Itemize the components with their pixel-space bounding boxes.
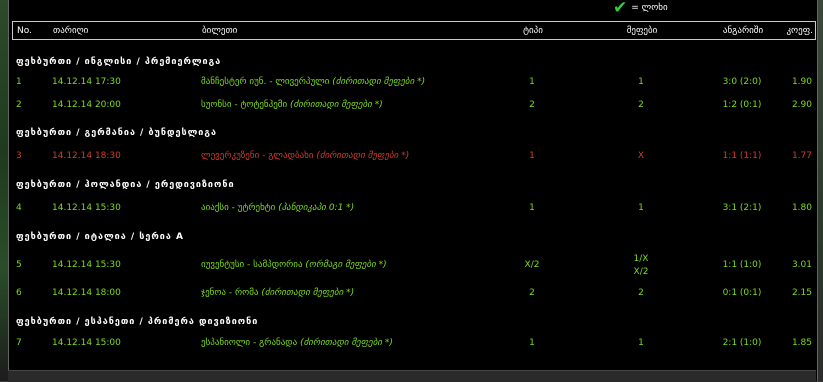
category-heading: ფეხბურთი / ინგლისი / პრემიერლიგა bbox=[16, 57, 222, 67]
row-number: 1 bbox=[16, 77, 22, 87]
row-odds: 1.80 bbox=[791, 203, 812, 213]
row-market-note: (ძირითადი მეფები *) bbox=[290, 100, 383, 110]
table-row[interactable]: 1 14.12.14 17:30 მანჩესტერ იუნ. - ლივერპულ… bbox=[12, 74, 816, 92]
row-match: მანჩესტერ იუნ. - ლივერპული (ძირითადი მეფ… bbox=[201, 77, 426, 87]
row-date: 14.12.14 17:30 bbox=[52, 77, 121, 87]
row-match: აიაქსი - უტრეხტი (ჰანდიკაპი 0:1 *) bbox=[201, 203, 355, 213]
row-type: 2 bbox=[529, 100, 535, 110]
row-bet: 1 bbox=[638, 77, 644, 87]
row-match: ესპანიოლი - გრანადა (ძირითადი მეფები *) bbox=[201, 338, 393, 348]
row-score: 0:1 (0:1) bbox=[722, 288, 762, 298]
legend: ✔ = ლოხი bbox=[613, 0, 668, 18]
row-odds: 1.85 bbox=[791, 338, 812, 348]
row-number: 7 bbox=[16, 338, 22, 348]
row-bet: X bbox=[637, 151, 645, 161]
category-heading: ფეხბურთი / გერმანია / ბუნდესლიგა bbox=[16, 128, 217, 138]
row-date: 14.12.14 15:30 bbox=[52, 260, 121, 270]
row-odds: 1.77 bbox=[791, 151, 812, 161]
table-row[interactable]: 4 14.12.14 15:30 აიაქსი - უტრეხტი (ჰანდიკა… bbox=[12, 200, 816, 218]
category-heading: ფეხბურთი / ჰოლანდია / ერედივიზიონი bbox=[16, 180, 235, 190]
row-date: 14.12.14 15:00 bbox=[52, 338, 121, 348]
row-number: 5 bbox=[16, 260, 22, 270]
header-type: ტიპი bbox=[523, 26, 543, 36]
row-bet: 2 bbox=[638, 100, 644, 110]
row-bet: 1 bbox=[638, 203, 644, 213]
row-market-note: (ძირითადი მეფები *) bbox=[332, 77, 426, 87]
row-score: 1:1 (1:1) bbox=[722, 151, 762, 161]
row-market-note: (ორმაგი მეფები *) bbox=[305, 260, 387, 270]
table-row[interactable]: 7 14.12.14 15:00 ესპანიოლი - გრანადა (ძირი… bbox=[12, 335, 816, 353]
row-type: 1 bbox=[529, 151, 535, 161]
horizontal-scrollbar[interactable] bbox=[8, 370, 816, 382]
table-header: No. თარიღი ბილეთი ტიპი მეფები ანგარიში კ… bbox=[12, 21, 816, 40]
row-score: 1:1 (1:0) bbox=[722, 260, 762, 270]
row-number: 2 bbox=[16, 100, 22, 110]
row-match: იუვენტუსი - სამპდორია (ორმაგი მეფები *) bbox=[201, 260, 387, 270]
row-type: 1 bbox=[529, 203, 535, 213]
row-type: X/2 bbox=[524, 260, 540, 270]
table-row[interactable]: 3 14.12.14 18:30 ლევერკუზენი - გლადბახი (ძ… bbox=[12, 148, 816, 166]
row-market-note: (ძირითადი მეფები *) bbox=[300, 338, 393, 348]
row-number: 4 bbox=[16, 203, 22, 213]
row-market-note: (ძირითადი მეფები *) bbox=[316, 151, 410, 161]
row-date: 14.12.14 18:00 bbox=[52, 288, 121, 298]
category-heading: ფეხბურთი / ესპანეთი / პრიმერა დივიზიონი bbox=[16, 317, 259, 327]
header-bet: მეფები bbox=[626, 26, 658, 36]
row-bet: 2 bbox=[638, 288, 644, 298]
row-match: სუონსი - ტოტენჰემი (ძირითადი მეფები *) bbox=[201, 100, 383, 110]
row-match: ლევერკუზენი - გლადბახი (ძირითადი მეფები … bbox=[201, 151, 410, 161]
row-type: 2 bbox=[529, 288, 535, 298]
row-score: 1:2 (0:1) bbox=[722, 100, 762, 110]
row-number: 6 bbox=[16, 288, 22, 298]
row-date: 14.12.14 15:30 bbox=[52, 203, 121, 213]
row-date: 14.12.14 18:30 bbox=[52, 151, 121, 161]
row-score: 2:1 (1:0) bbox=[722, 338, 762, 348]
header-score: ანგარიში bbox=[722, 26, 764, 36]
legend-label: = ლოხი bbox=[631, 3, 668, 13]
row-score: 3:1 (2:1) bbox=[722, 203, 762, 213]
row-number: 3 bbox=[16, 151, 22, 161]
header-date: თარიღი bbox=[53, 26, 89, 36]
row-bet: 1 bbox=[638, 338, 644, 348]
row-bet: 1/X X/2 bbox=[633, 254, 649, 277]
table-row[interactable]: 2 14.12.14 20:00 სუონსი - ტოტენჰემი (ძირით… bbox=[12, 97, 816, 115]
header-odds: კოეფ. bbox=[786, 26, 813, 36]
category-heading: ფეხბურთი / იტალია / სერია A bbox=[16, 232, 184, 242]
table-row[interactable]: 5 14.12.14 15:30 იუვენტუსი - სამპდორია (ორ… bbox=[12, 254, 816, 277]
row-market-note: (ძირითადი მეფები *) bbox=[261, 288, 355, 298]
row-type: 1 bbox=[529, 77, 535, 87]
header-match: ბილეთი bbox=[202, 26, 238, 36]
row-market-note: (ჰანდიკაპი 0:1 *) bbox=[278, 203, 355, 213]
row-date: 14.12.14 20:00 bbox=[52, 100, 121, 110]
row-type: 1 bbox=[529, 338, 535, 348]
row-odds: 3.01 bbox=[791, 260, 812, 270]
row-odds: 2.90 bbox=[791, 100, 812, 110]
row-odds: 1.90 bbox=[791, 77, 812, 87]
row-match: ჯენოა - რომა (ძირითადი მეფები *) bbox=[201, 288, 355, 298]
header-no: No. bbox=[17, 26, 32, 36]
row-score: 3:0 (2:0) bbox=[722, 77, 762, 87]
checkmark-icon: ✔ bbox=[613, 0, 628, 18]
table-row[interactable]: 6 14.12.14 18:00 ჯენოა - რომა (ძირითადი მე… bbox=[12, 285, 816, 303]
row-odds: 2.15 bbox=[791, 288, 812, 298]
